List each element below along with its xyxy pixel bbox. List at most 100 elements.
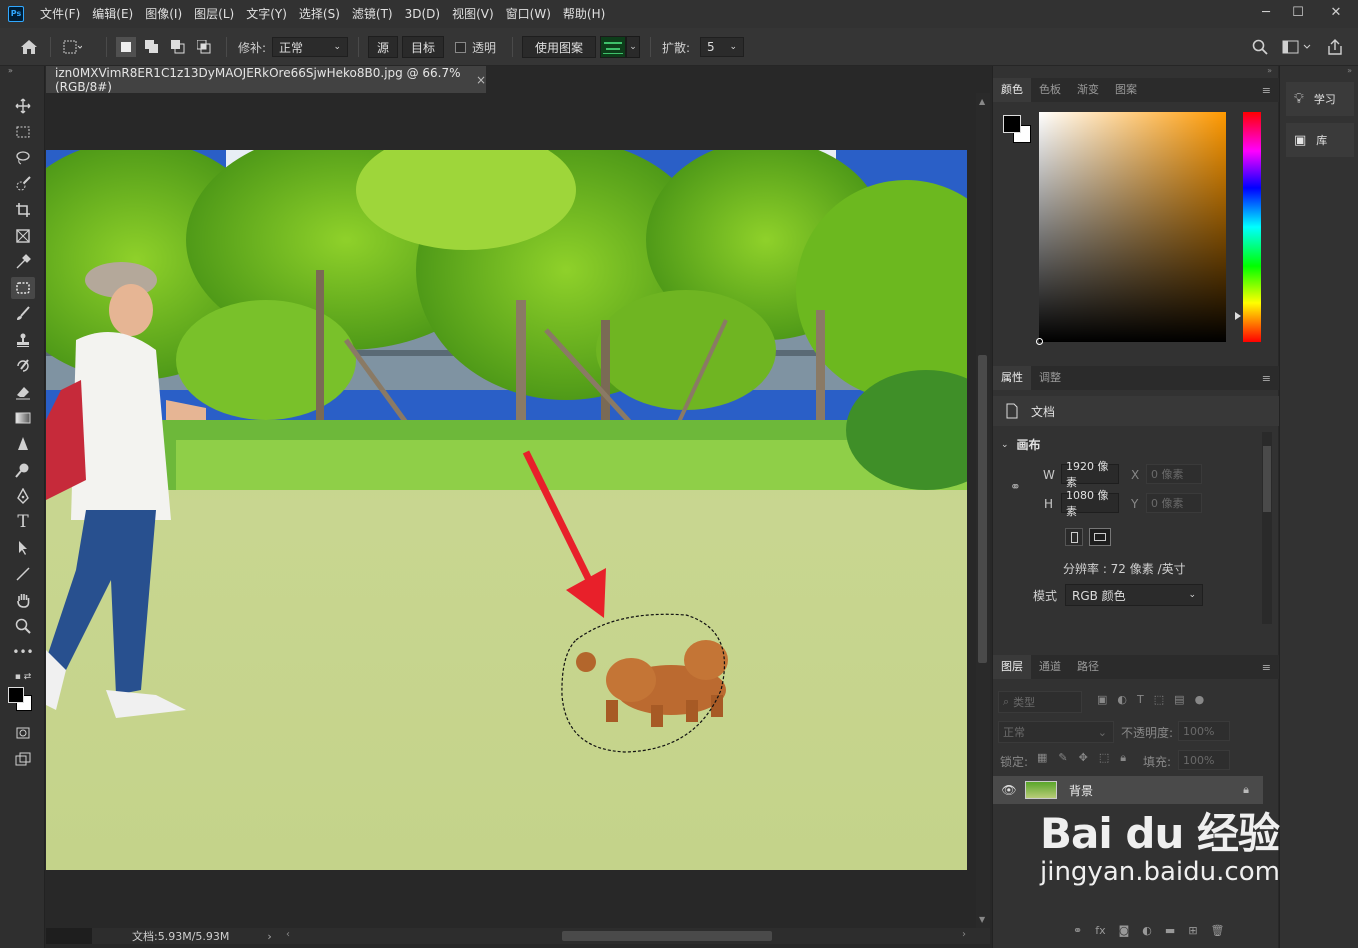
pen-tool-icon[interactable] — [11, 485, 35, 507]
hand-tool-icon[interactable] — [11, 589, 35, 611]
width-field[interactable]: 1920 像素 — [1061, 460, 1119, 489]
lock-position-icon[interactable]: ✥ — [1079, 751, 1088, 765]
frame-tool-icon[interactable] — [11, 225, 35, 247]
menu-file[interactable]: 文件(F) — [34, 0, 86, 28]
eraser-tool-icon[interactable] — [11, 381, 35, 403]
quick-selection-tool-icon[interactable] — [11, 173, 35, 195]
new-layer-icon[interactable]: ⊞ — [1188, 924, 1197, 937]
patch-tool-icon[interactable] — [11, 277, 35, 299]
selection-new-icon[interactable] — [116, 36, 136, 58]
history-brush-tool-icon[interactable] — [11, 355, 35, 377]
menu-window[interactable]: 窗口(W) — [500, 0, 557, 28]
menu-image[interactable]: 图像(I) — [139, 0, 188, 28]
lock-transparent-icon[interactable]: ▦ — [1037, 751, 1047, 765]
source-button[interactable]: 源 — [368, 36, 399, 58]
selection-subtract-icon[interactable] — [168, 36, 188, 58]
selection-intersect-icon[interactable] — [194, 36, 214, 58]
portrait-orientation-icon[interactable] — [1065, 528, 1083, 546]
minimize-icon[interactable]: ─ — [1250, 0, 1282, 24]
scroll-down-icon[interactable]: ▼ — [979, 915, 985, 924]
delete-layer-icon[interactable]: 🗑︎ — [1211, 924, 1225, 937]
smart-object-filter-icon[interactable]: ▤ — [1174, 693, 1184, 706]
color-swatches[interactable] — [8, 687, 34, 713]
search-icon[interactable] — [1252, 36, 1268, 58]
vertical-scroll-thumb[interactable] — [978, 355, 987, 663]
path-selection-tool-icon[interactable] — [11, 537, 35, 559]
adjustment-layer-icon[interactable]: ◐ — [1142, 924, 1152, 937]
properties-menu-icon[interactable]: ≡ — [1262, 372, 1271, 385]
tab-layers[interactable]: 图层 — [993, 655, 1031, 679]
tab-gradients[interactable]: 渐变 — [1069, 78, 1107, 102]
menu-edit[interactable]: 编辑(E) — [86, 0, 139, 28]
opacity-field[interactable]: 100% — [1178, 721, 1230, 741]
adjustment-filter-icon[interactable]: ◐ — [1117, 693, 1127, 706]
selection-add-icon[interactable] — [142, 36, 162, 58]
more-tools-icon[interactable]: ••• — [11, 641, 35, 663]
foreground-color-swatch[interactable] — [8, 687, 24, 703]
home-icon[interactable] — [20, 36, 38, 58]
swap-colors-icon[interactable]: ▪ ⇄ — [8, 666, 38, 688]
tab-color[interactable]: 颜色 — [993, 78, 1031, 102]
menu-view[interactable]: 视图(V) — [446, 0, 500, 28]
menu-layer[interactable]: 图层(L) — [188, 0, 240, 28]
link-icon[interactable]: ⚭ — [1010, 480, 1021, 495]
close-icon[interactable]: ✕ — [1314, 0, 1358, 24]
lasso-tool-icon[interactable] — [11, 147, 35, 169]
panel-menu-icon[interactable]: ≡ — [1262, 84, 1271, 97]
type-tool-icon[interactable]: T — [11, 511, 35, 533]
layers-menu-icon[interactable]: ≡ — [1262, 661, 1271, 674]
canvas-section-header[interactable]: ⌄ 画布 — [1001, 436, 1041, 453]
expand-icon[interactable]: » — [8, 66, 13, 75]
fx-icon[interactable]: fx — [1095, 924, 1105, 937]
share-icon[interactable] — [1326, 36, 1344, 58]
height-field[interactable]: 1080 像素 — [1061, 489, 1119, 518]
blend-mode-select[interactable]: 正常 ⌄ — [998, 721, 1114, 743]
canvas-area[interactable] — [46, 93, 976, 928]
pixel-filter-icon[interactable]: ▣ — [1097, 693, 1107, 706]
link-layers-icon[interactable]: ⚭ — [1073, 924, 1082, 937]
layer-row[interactable]: 👁︎ 背景 🔒︎ — [993, 776, 1263, 804]
zoom-tool-icon[interactable] — [11, 615, 35, 637]
stamp-tool-icon[interactable] — [11, 329, 35, 351]
color-mode-select[interactable]: RGB 颜色 ⌄ — [1065, 584, 1203, 606]
diffusion-select[interactable]: 5 ⌄ — [700, 37, 744, 57]
gradient-tool-icon[interactable] — [11, 407, 35, 429]
x-field[interactable]: 0 像素 — [1146, 464, 1202, 484]
fill-field[interactable]: 100% — [1178, 750, 1230, 770]
color-field[interactable] — [1036, 112, 1226, 345]
tab-properties[interactable]: 属性 — [993, 366, 1031, 390]
new-group-icon[interactable]: ▬ — [1165, 924, 1175, 937]
collapse-panels-icon[interactable]: » — [1267, 66, 1272, 75]
dock-collapse-icon[interactable]: » — [1347, 66, 1352, 75]
scroll-left-icon[interactable]: ‹ — [286, 929, 290, 940]
photo-canvas[interactable] — [46, 150, 967, 870]
screen-mode-icon[interactable] — [11, 748, 35, 770]
document-tab[interactable]: izn0MXVimR8ER1C1z13DyMAOJERkOre66SjwHeko… — [46, 66, 486, 94]
target-button[interactable]: 目标 — [402, 36, 445, 58]
line-tool-icon[interactable] — [11, 563, 35, 585]
scroll-up-icon[interactable]: ▲ — [979, 97, 985, 106]
tab-swatches[interactable]: 色板 — [1031, 78, 1069, 102]
tool-preset-picker[interactable] — [62, 36, 82, 58]
pattern-picker[interactable]: ⌄ — [600, 36, 640, 58]
type-filter-icon[interactable]: T — [1137, 693, 1144, 706]
tab-patterns[interactable]: 图案 — [1107, 78, 1145, 102]
patch-mode-select[interactable]: 正常 ⌄ — [272, 37, 348, 57]
tab-channels[interactable]: 通道 — [1031, 655, 1069, 679]
library-button[interactable]: ▣ 库 — [1286, 123, 1354, 157]
y-field[interactable]: 0 像素 — [1146, 493, 1202, 513]
vertical-scrollbar[interactable]: ▲ ▼ — [976, 93, 990, 928]
menu-help[interactable]: 帮助(H) — [557, 0, 611, 28]
properties-scrollbar[interactable] — [1262, 432, 1272, 624]
transparent-checkbox[interactable]: 透明 — [455, 36, 496, 58]
scroll-right-icon[interactable]: › — [962, 929, 966, 940]
marquee-tool-icon[interactable] — [11, 121, 35, 143]
quick-mask-icon[interactable] — [11, 722, 35, 744]
shape-filter-icon[interactable]: ⬚ — [1154, 693, 1164, 706]
menu-3d[interactable]: 3D(D) — [399, 0, 446, 28]
eyedropper-tool-icon[interactable] — [11, 251, 35, 273]
use-pattern-button[interactable]: 使用图案 — [522, 36, 597, 58]
hue-slider[interactable] — [1235, 112, 1261, 342]
lock-all-icon[interactable]: 🔒︎ — [1120, 751, 1126, 765]
blur-tool-icon[interactable] — [11, 433, 35, 455]
